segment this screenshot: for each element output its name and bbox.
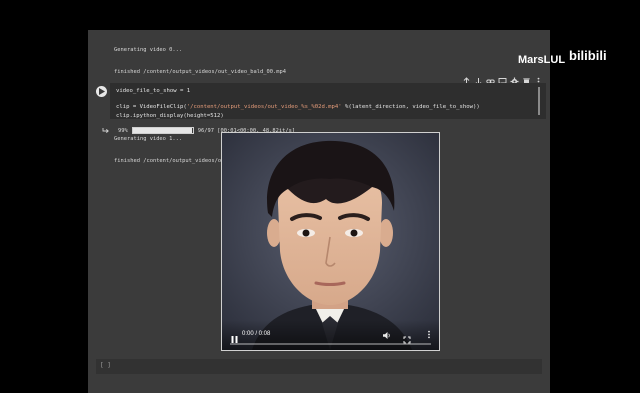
video-seek-bar[interactable]: [230, 343, 431, 345]
code-line: video_file_to_show = 1: [116, 88, 191, 94]
video-player[interactable]: 0:00 / 0:08: [221, 132, 440, 351]
progress-percent: 99%: [118, 127, 128, 134]
pause-button[interactable]: [230, 331, 239, 343]
log-line: finished /content/output_videos/out_vide…: [114, 69, 287, 76]
editor-scrollbar[interactable]: [538, 87, 540, 115]
output-toggle-icon[interactable]: [102, 127, 110, 137]
progress-bar: [131, 127, 194, 134]
video-time: 0:00 / 0:08: [242, 331, 271, 337]
code-line: clip.ipython_display(height=512): [116, 112, 224, 119]
code-token: clip = VideoFileClip(: [116, 104, 187, 111]
cell-prompt: [ ]: [100, 362, 111, 369]
bilibili-logo-icon: bilibili: [569, 48, 607, 63]
more-vert-icon: [428, 330, 430, 339]
progress-bar-fill: [132, 128, 193, 133]
watermark-name: MarsLUL: [518, 54, 566, 66]
log-line: Generating video 0...: [114, 46, 183, 53]
video-frame-portrait: [222, 133, 439, 350]
watermark: MarsLUL bilibili: [518, 48, 619, 66]
fullscreen-button[interactable]: [403, 331, 411, 344]
video-controls: 0:00 / 0:08: [222, 320, 439, 350]
volume-icon: [383, 332, 390, 339]
code-cell[interactable]: video_file_to_show = 1 clip = VideoFileC…: [110, 83, 546, 119]
play-icon: [99, 88, 105, 95]
code-token: %(latent_direction, video_file_to_show)): [341, 104, 480, 111]
code-editor[interactable]: video_file_to_show = 1 clip = VideoFileC…: [116, 87, 480, 120]
code-string: '/content/output_videos/out_video_%s_%02…: [186, 104, 342, 111]
code-line: clip = VideoFileClip('/content/output_vi…: [116, 104, 480, 110]
notebook-area: Generating video 0... finished /content/…: [88, 30, 550, 393]
video-more-button[interactable]: [425, 330, 433, 341]
run-cell-button[interactable]: [96, 86, 107, 97]
volume-button[interactable]: [382, 331, 391, 342]
logo-text: bilibili: [569, 48, 607, 63]
next-code-cell[interactable]: [ ]: [96, 359, 542, 374]
